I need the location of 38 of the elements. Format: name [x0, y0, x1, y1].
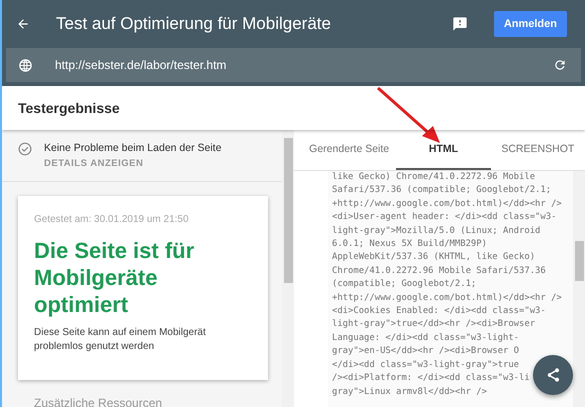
- section-title: Testergebnisse: [2, 86, 585, 130]
- back-arrow-icon[interactable]: [16, 17, 30, 31]
- tab[interactable]: Gerenderte Seite: [302, 130, 396, 170]
- code-line: <di>User-agent header: </di><dd class="w3-: [332, 211, 556, 224]
- scrollbar-thumb[interactable]: [284, 138, 292, 283]
- code-line: light-gray">true</dd><hr /><di>Browser: [332, 318, 536, 332]
- address-bar[interactable]: http://sebster.de/labor/tester.htm: [6, 48, 581, 82]
- code-line: Language: </di><dd class="w3-light-: [332, 332, 520, 345]
- annotation-arrow: [376, 86, 442, 144]
- reload-icon[interactable]: [553, 58, 567, 72]
- test-date: Getestet am: 30.01.2019 um 21:50: [34, 214, 190, 225]
- code-line: gray">en-US</dd><hr /><di>Browser O: [332, 345, 520, 358]
- code-line: like Gecko) Chrome/41.0.2272.96 Mobile: [332, 171, 536, 184]
- code-line: gray">Linux armv8l</dd><hr />: [332, 386, 487, 398]
- share-icon: [545, 367, 561, 383]
- code-line: +http://www.google.com/bot.html)</dd><hr />: [332, 198, 562, 211]
- code-line: AppleWebKit/537.36 (KHTML, like Gecko): [332, 251, 536, 264]
- check-circle-icon: [18, 142, 32, 156]
- login-button[interactable]: Anmelden: [494, 11, 567, 37]
- code-line: Chrome/41.0.2272.96 Mobile Safari/537.36: [332, 264, 546, 278]
- page-title: Test auf Optimierung für Mobilgeräte: [56, 14, 332, 34]
- details-link[interactable]: DETAILS ANZEIGEN: [44, 158, 222, 169]
- code-line: (compatible; Googlebot/2.1;: [332, 278, 476, 292]
- code-line: <di>Cookies Enabled: </di><dd class="w3-: [332, 305, 546, 318]
- code-line: 6.0.1; Nexus 5X Build/MMB29P): [332, 238, 487, 252]
- feedback-icon[interactable]: [452, 16, 468, 32]
- scrollbar-thumb[interactable]: [574, 241, 584, 281]
- globe-icon: [18, 58, 33, 72]
- resources-heading: Zusätzliche Ressourcen: [33, 395, 164, 407]
- tab[interactable]: SCREENSHOT: [490, 130, 585, 170]
- status-text: Keine Probleme beim Laden der Seite: [44, 142, 222, 154]
- result-headline: Die Seite ist für Mobilgeräte optimiert: [34, 237, 196, 318]
- code-line: light-gray">Mozilla/5.0 (Linux; Android: [332, 224, 540, 238]
- code-line: /><di>Platform: </di><dd class="w3-li: [332, 372, 530, 386]
- code-line: </di><dd class="w3-light-gray">true: [332, 358, 520, 372]
- code-line: +http://www.google.com/bot.html)</dd><hr />: [332, 292, 562, 305]
- result-description: Diese Seite kann auf einem Mobilgerät problemlos genutzt werden: [34, 326, 207, 354]
- code-line: Safari/537.36 (compatible; Googlebot/2.1;: [332, 184, 552, 198]
